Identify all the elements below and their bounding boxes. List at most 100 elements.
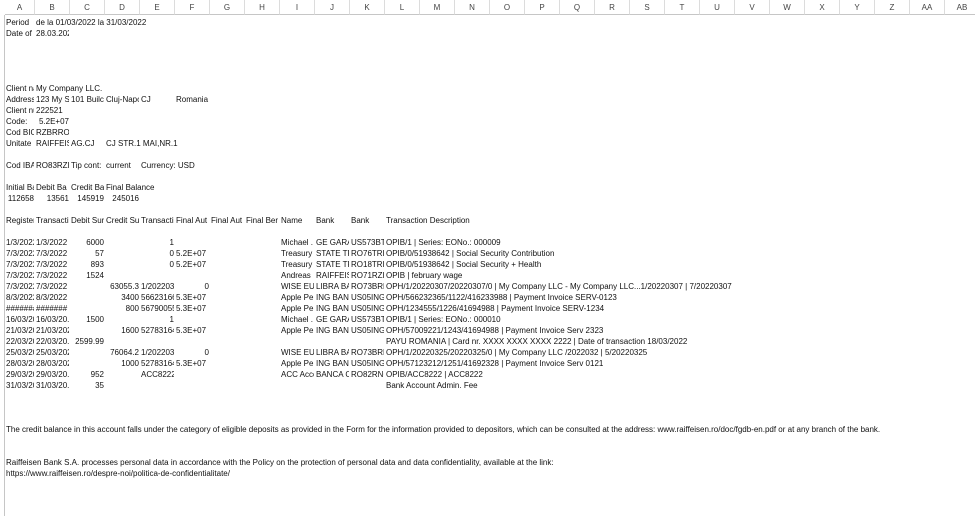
cell[interactable]: Client nu [6,105,34,116]
cell[interactable]: 245016 [106,193,139,204]
cell[interactable]: Transacti [141,215,174,226]
cell[interactable]: 1/202203 [141,347,174,358]
cell[interactable]: 16/03/20. [6,314,34,325]
cell[interactable]: 25/03/2022 [36,347,69,358]
cell[interactable]: BANCA C( [316,369,349,380]
cell[interactable]: https://www.raiffeisen.ro/despre-noi/pol… [6,468,230,479]
cell[interactable]: CJ [141,94,174,105]
cell[interactable]: WISE EUF [281,347,314,358]
cell[interactable]: 52783164 [141,358,174,369]
cell[interactable]: 13561 [36,193,69,204]
cell[interactable]: Debit Ba [36,182,69,193]
cell[interactable]: US05INGI [351,292,384,303]
cell[interactable]: 5.2E+07 [176,259,209,270]
cell[interactable]: RO18TRE. [351,259,384,270]
cell[interactable]: Cod BIC R [6,127,34,138]
cell[interactable]: 16/03/20. [36,314,69,325]
column-header-m[interactable]: M [420,0,455,15]
cell[interactable]: 5.3E+07 [176,325,209,336]
cell[interactable]: Romania [176,94,209,105]
cell[interactable]: Credit Su [106,215,139,226]
cell[interactable]: 0 [176,347,209,358]
cell[interactable]: 1 [141,237,174,248]
cell[interactable]: Initial Ba [6,182,34,193]
column-header-s[interactable]: S [630,0,665,15]
cell[interactable]: LIBRA BA [316,347,349,358]
cell[interactable]: 56790055 [141,303,174,314]
cell[interactable]: 28.03.2024 [36,28,69,39]
cell[interactable]: OPIB/ACC8222 | ACC8222 [386,369,483,380]
cell[interactable]: 8/3/2022 [36,292,69,303]
cell[interactable]: 7/3/2022 [6,281,34,292]
cell[interactable]: 123 My St [36,94,69,105]
cell[interactable]: 22/03/20. [36,336,69,347]
cell[interactable]: current [106,160,139,171]
cell[interactable]: WISE EUF [281,281,314,292]
cell[interactable]: RO71RZB [351,270,384,281]
cell[interactable]: Treasury [281,248,314,259]
cell[interactable]: US573BTI [351,314,384,325]
column-header-b[interactable]: B [35,0,70,15]
column-header-y[interactable]: Y [840,0,875,15]
column-header-v[interactable]: V [735,0,770,15]
cell[interactable]: 5.2E+07 [36,116,69,127]
cell[interactable]: 5.3E+07 [176,303,209,314]
cell[interactable]: 21/03/20. [6,325,34,336]
cell[interactable]: 7/3/2022 [36,270,69,281]
cell[interactable]: Unitate E [6,138,34,149]
column-header-a[interactable]: A [5,0,35,15]
cell[interactable]: 35 [71,380,104,391]
cell[interactable]: 1500 [71,314,104,325]
cell[interactable]: Bank [351,215,384,226]
column-header-u[interactable]: U [700,0,735,15]
cell[interactable]: Transaction Description [386,215,470,226]
column-header-h[interactable]: H [245,0,280,15]
cell[interactable]: STATE TR [316,259,349,270]
cell[interactable]: RO73BRE [351,347,384,358]
cell[interactable]: PAYU ROMANIA | Card nr. XXXX XXXX XXXX 2… [386,336,687,347]
cell[interactable]: OPH/57009221/1243/41694988 | Payment Inv… [386,325,603,336]
cell[interactable]: 29/03/20. [36,369,69,380]
cell[interactable]: US05INGI [351,303,384,314]
cell[interactable]: RO76TRE. [351,248,384,259]
cell[interactable]: 6000 [71,237,104,248]
cell[interactable]: ACC Accc [281,369,314,380]
cell[interactable]: 57 [71,248,104,259]
cell[interactable]: GE GARAI [316,237,349,248]
column-header-e[interactable]: E [140,0,175,15]
cell[interactable]: RAIFFEISI [36,138,69,149]
cell[interactable]: ING BANI [316,325,349,336]
cell[interactable]: US05INGI [351,325,384,336]
cell[interactable]: CJ STR.1 MAI,NR.1 [106,138,178,149]
cell[interactable]: 21/03/2022 [36,325,69,336]
column-header-i[interactable]: I [280,0,315,15]
column-header-t[interactable]: T [665,0,700,15]
cell[interactable]: 952 [71,369,104,380]
column-header-d[interactable]: D [105,0,140,15]
column-header-g[interactable]: G [210,0,245,15]
cell[interactable]: 5.2E+07 [176,248,209,259]
cell[interactable]: 1000 [106,358,139,369]
cell[interactable]: ING BANI [316,292,349,303]
cell[interactable]: 7/3/2022 [6,259,34,270]
cell[interactable]: Apple Pe [281,303,314,314]
row-header-strip[interactable] [0,15,5,516]
cell[interactable]: Register [6,215,34,226]
cell[interactable]: OPH/1/20220325/20220325/0 | My Company L… [386,347,647,358]
cell[interactable]: 1524 [71,270,104,281]
cell[interactable]: 7/3/2022 [36,281,69,292]
cell[interactable]: 3400 [106,292,139,303]
cell[interactable]: Apple Pe [281,325,314,336]
cell[interactable]: RAIFFEISI [316,270,349,281]
cell[interactable]: US05INGI [351,358,384,369]
cell[interactable]: Treasury [281,259,314,270]
cell[interactable]: 145919 [71,193,104,204]
cell[interactable]: 2599.99 [71,336,104,347]
cell[interactable]: Michael . [281,314,314,325]
column-header-c[interactable]: C [70,0,105,15]
cell[interactable]: 7/3/2022 [36,248,69,259]
cell[interactable]: Client na [6,83,34,94]
cell[interactable]: Period [6,17,34,28]
column-header-w[interactable]: W [770,0,805,15]
cell[interactable]: OPIB/1 | Series: EONo.: 000010 [386,314,501,325]
